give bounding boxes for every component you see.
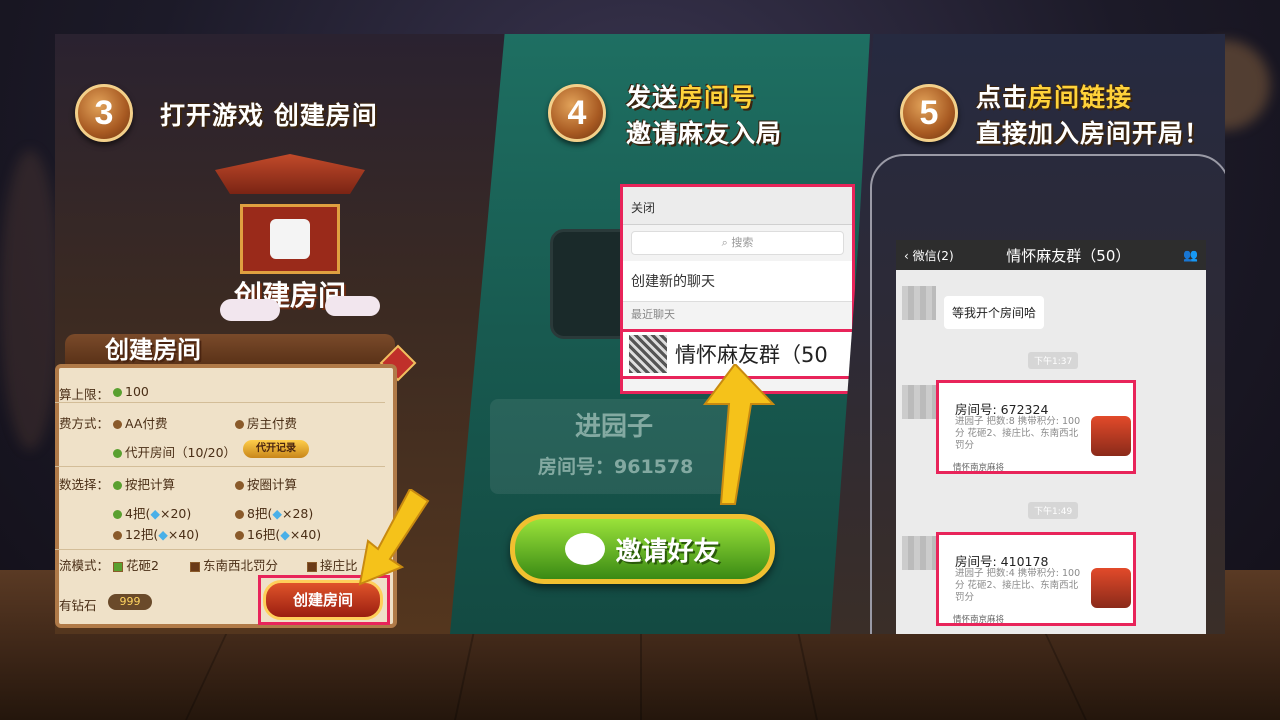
arrow-up-icon	[703, 364, 775, 505]
room-link-card-2[interactable]: 房间号: 410178 进园子 把数:4 携带积分: 100分 花砸2、接庄比、…	[936, 532, 1136, 626]
step4-panel: 4 发送房间号 邀请麻友入局 进园子 房间号：961578 关闭 ⌕ 搜索 创建…	[450, 34, 870, 634]
search-input[interactable]: ⌕ 搜索	[631, 231, 844, 255]
count-label: 数选择：	[59, 477, 110, 492]
group-avatar	[629, 335, 667, 373]
dice-icon	[270, 219, 310, 259]
step3-panel: 3 打开游戏 创建房间 创建房间 创建房间 算上限： 100 费方式： AA付费…	[55, 34, 505, 634]
cloud-decoration	[220, 299, 280, 321]
step5-number-badge: 5	[900, 84, 958, 142]
diamond-label: 有钻石	[59, 598, 97, 613]
option-8-rounds[interactable]: 8把(◆×28)	[235, 503, 313, 522]
diamond-icon: ◆	[150, 506, 160, 521]
chat-title: 情怀麻友群（50）	[1006, 246, 1131, 265]
step3-number-badge: 3	[75, 84, 133, 142]
wechat-share-dialog: 关闭 ⌕ 搜索 创建新的聊天 最近聊天 情怀麻友群（50	[620, 184, 858, 394]
chat-header: ‹ 微信(2) 情怀麻友群（50） 👥	[896, 240, 1206, 270]
new-chat-item[interactable]: 创建新的聊天	[623, 261, 852, 302]
diamond-icon: ◆	[280, 527, 290, 542]
arrow-down-icon	[358, 489, 430, 586]
option-16-rounds[interactable]: 16把(◆×40)	[235, 524, 321, 543]
proxy-record-button[interactable]: 代开记录	[243, 440, 309, 458]
by-round-radio[interactable]: 按把计算	[113, 474, 175, 493]
back-button[interactable]: ‹ 微信(2)	[904, 247, 954, 264]
timestamp: 下午1:37	[1028, 352, 1079, 369]
step5-title-line1: 点击房间链接	[976, 83, 1133, 112]
limit-radio[interactable]: 100	[113, 384, 149, 399]
recent-chats-label: 最近聊天	[631, 308, 675, 321]
room-link-card-1[interactable]: 房间号: 672324 进园子 把数:8 携带积分: 100分 花砸2、接庄比、…	[936, 380, 1136, 474]
wechat-close-button[interactable]: 关闭	[623, 187, 852, 225]
step5-title-line2: 直接加入房间开局！	[976, 119, 1211, 148]
option-4-rounds[interactable]: 4把(◆×20)	[113, 503, 191, 522]
mode-penalty-checkbox[interactable]: 东南西北罚分	[190, 555, 278, 574]
game-thumbnail	[1091, 416, 1131, 456]
group-members-icon[interactable]: 👥	[1183, 248, 1198, 262]
limit-label: 算上限：	[59, 387, 110, 402]
search-icon: ⌕	[721, 236, 732, 249]
pay-proxy-radio[interactable]: 代开房间（10/20）	[113, 442, 236, 461]
room-name: 进园子	[575, 412, 654, 442]
game-thumbnail	[1091, 568, 1131, 608]
avatar	[902, 385, 936, 419]
step3-title: 打开游戏 创建房间	[160, 101, 378, 130]
option-12-rounds[interactable]: 12把(◆×40)	[113, 524, 199, 543]
pay-aa-radio[interactable]: AA付费	[113, 413, 167, 432]
timestamp: 下午1:49	[1028, 502, 1079, 519]
step4-title-line2: 邀请麻友入局	[626, 119, 783, 148]
avatar	[902, 286, 936, 320]
background-light	[0, 150, 60, 450]
wechat-group-chat: ‹ 微信(2) 情怀麻友群（50） 👥 等我开个房间哈 下午1:37 房间号: …	[896, 240, 1206, 634]
mode-huaza-checkbox[interactable]: 花砸2	[113, 555, 159, 574]
step4-number-badge: 4	[548, 84, 606, 142]
step5-panel: 5 点击房间链接 直接加入房间开局！ ‹ 微信(2) 情怀麻友群（50） 👥 等…	[830, 34, 1225, 634]
pay-label: 费方式：	[59, 416, 110, 431]
wechat-icon	[565, 533, 606, 565]
pavilion-illustration: 创建房间	[215, 144, 365, 314]
cloud-decoration	[325, 296, 380, 316]
chat-message: 等我开个房间哈	[944, 296, 1045, 329]
diamond-icon: ◆	[272, 506, 282, 521]
by-circle-radio[interactable]: 按圈计算	[235, 474, 297, 493]
mode-label: 流模式：	[59, 558, 110, 573]
invite-friends-button[interactable]: 邀请好友	[510, 514, 775, 584]
pay-host-radio[interactable]: 房主付费	[235, 413, 297, 432]
step4-title-line1: 发送房间号	[626, 83, 757, 112]
diamond-count: 999	[108, 594, 152, 610]
form-title: 创建房间	[105, 336, 201, 364]
diamond-icon: ◆	[158, 527, 168, 542]
room-number: 房间号：961578	[538, 456, 694, 478]
avatar	[902, 536, 936, 570]
